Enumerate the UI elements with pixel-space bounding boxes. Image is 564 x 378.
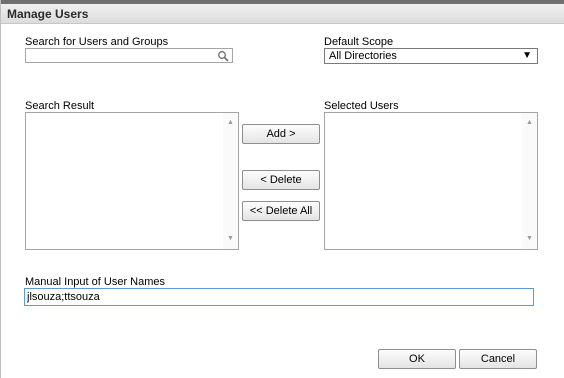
default-scope-label: Default Scope	[324, 36, 394, 48]
search-result-label: Search Result	[25, 100, 95, 112]
cancel-button[interactable]: Cancel	[459, 349, 537, 369]
ok-button[interactable]: OK	[378, 349, 456, 369]
scroll-up-icon[interactable]: ▲	[223, 117, 238, 129]
manual-input-label: Manual Input of User Names	[25, 276, 166, 288]
search-result-list[interactable]: ▲ ▼	[25, 112, 239, 250]
selected-users-scrollbar[interactable]: ▲ ▼	[522, 113, 537, 249]
manual-input-field[interactable]	[24, 288, 534, 306]
delete-all-button[interactable]: << Delete All	[242, 201, 320, 221]
search-icon[interactable]	[217, 50, 229, 62]
scroll-up-icon[interactable]: ▲	[522, 117, 537, 129]
dialog-title: Manage Users	[7, 7, 89, 21]
manage-users-dialog: Manage Users Search for Users and Groups…	[0, 0, 564, 378]
search-label: Search for Users and Groups	[25, 36, 169, 48]
scroll-down-icon[interactable]: ▼	[522, 233, 537, 245]
search-result-scrollbar[interactable]: ▲ ▼	[223, 113, 238, 249]
search-input[interactable]	[26, 49, 216, 62]
add-button[interactable]: Add >	[242, 124, 320, 144]
default-scope-select[interactable]: All Directories ▼	[324, 48, 538, 64]
selected-users-list[interactable]: ▲ ▼	[324, 112, 538, 250]
scroll-down-icon[interactable]: ▼	[223, 233, 238, 245]
selected-users-label: Selected Users	[324, 100, 399, 112]
dialog-title-bar: Manage Users	[1, 4, 564, 24]
dropdown-arrow-icon[interactable]: ▼	[522, 50, 532, 61]
delete-button[interactable]: < Delete	[242, 170, 320, 190]
search-field[interactable]	[25, 48, 233, 63]
default-scope-value: All Directories	[329, 50, 397, 62]
